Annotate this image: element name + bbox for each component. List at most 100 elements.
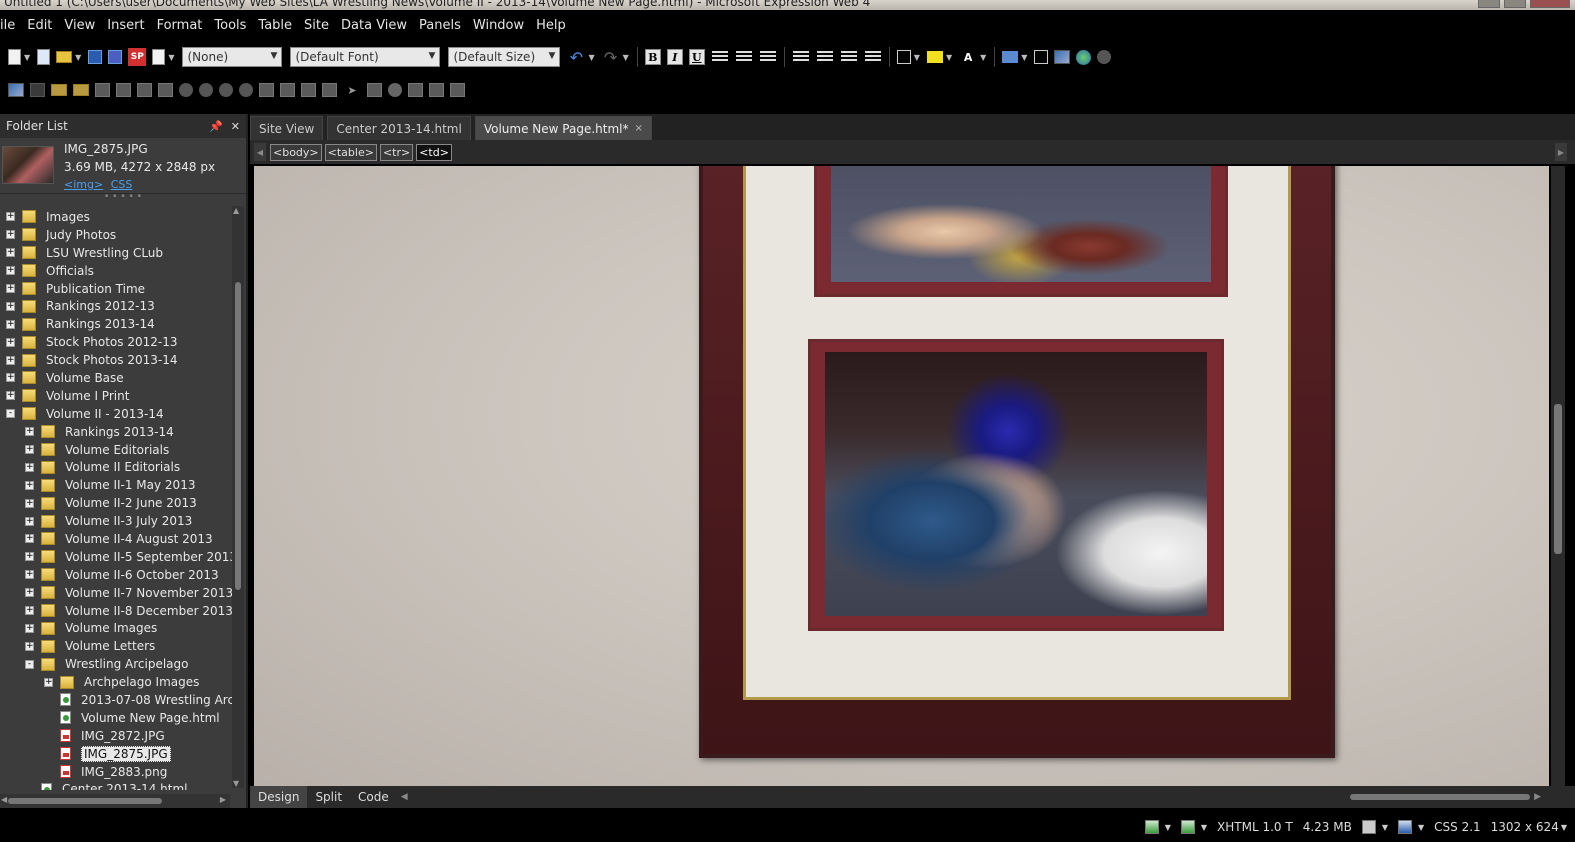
close-tab-icon[interactable]: × (634, 123, 642, 134)
flip-vertical-icon[interactable] (158, 83, 173, 97)
menu-item-insert[interactable]: Insert (101, 18, 150, 33)
decrease-indent-icon[interactable] (840, 51, 857, 63)
expand-icon[interactable]: + (6, 212, 15, 222)
scroll-thumb[interactable] (1554, 404, 1562, 554)
expand-icon[interactable]: + (25, 445, 34, 455)
bulleted-list-icon[interactable] (816, 51, 833, 63)
less-contrast-icon[interactable] (199, 83, 213, 97)
line-style-icon[interactable] (280, 83, 295, 97)
tree-folder-item[interactable]: + Volume II-7 November 2013 (0, 584, 232, 602)
circular-hotspot-icon[interactable] (388, 83, 402, 97)
expand-icon[interactable]: + (6, 230, 15, 240)
view-tab-code[interactable]: Code (350, 786, 397, 808)
open-dropdown-icon[interactable]: ▼ (75, 53, 81, 62)
scroll-right-icon[interactable]: ▶ (1530, 792, 1545, 802)
scroll-right-icon[interactable]: ▶ (220, 795, 226, 804)
font-combo[interactable]: (Default Font) ▼ (290, 47, 441, 67)
bevel-icon[interactable] (322, 83, 337, 97)
preview-browser-icon[interactable] (152, 49, 166, 65)
tree-folder-item[interactable]: + Volume II-5 September 2013 (0, 548, 232, 566)
scroll-down-icon[interactable]: ▼ (233, 779, 239, 788)
scroll-left-icon[interactable]: ◀ (1, 795, 7, 804)
menu-item-help[interactable]: Help (530, 18, 572, 33)
disabled-button-icon[interactable] (1097, 50, 1112, 64)
menu-item-table[interactable]: Table (252, 18, 298, 33)
doc-tab-0[interactable]: Site View (250, 116, 324, 140)
tree-folder-item[interactable]: + Volume II-1 May 2013 (0, 476, 232, 494)
canvas-horizontal-scroll-thumb[interactable] (1350, 794, 1530, 800)
bold-button[interactable]: B (644, 49, 661, 65)
menu-item-panels[interactable]: Panels (413, 18, 467, 33)
save-all-icon[interactable] (108, 50, 123, 64)
tree-vertical-scrollbar[interactable]: ▲ ▼ (232, 206, 244, 788)
insert-picture-icon[interactable] (1054, 50, 1071, 64)
color-icon[interactable] (301, 83, 316, 97)
tag-body[interactable]: <body> (270, 143, 322, 161)
save-icon[interactable] (88, 50, 103, 64)
align-left-icon[interactable] (711, 51, 728, 63)
collapse-icon[interactable]: - (6, 409, 15, 419)
menu-item-format[interactable]: Format (151, 18, 209, 33)
tree-folder-item[interactable]: + Volume II-3 July 2013 (0, 512, 232, 530)
table-dropdown-icon[interactable]: ▼ (1021, 53, 1027, 62)
auto-thumbnail-icon[interactable] (30, 83, 45, 97)
tree-folder-item[interactable]: + Rankings 2013-14 (0, 423, 232, 441)
style-combo[interactable]: (None) ▼ (182, 47, 283, 67)
undo-dropdown-icon[interactable]: ▼ (588, 53, 594, 62)
rotate-right-icon[interactable] (116, 83, 131, 97)
open-site-icon[interactable] (37, 49, 51, 65)
maximize-button[interactable] (1504, 0, 1526, 8)
pin-icon[interactable]: 📌 (209, 120, 223, 133)
edit-mode-indicator[interactable]: ▼ (1361, 820, 1388, 834)
expand-icon[interactable]: + (25, 570, 34, 580)
menu-item-tools[interactable]: Tools (208, 18, 252, 33)
undo-icon[interactable]: ↶ (567, 48, 585, 67)
tree-file-item[interactable]: IMG_2872.JPG (0, 727, 232, 745)
size-combo[interactable]: (Default Size) ▼ (448, 47, 561, 67)
expand-icon[interactable]: + (6, 319, 15, 329)
menu-item-window[interactable]: Window (467, 18, 530, 33)
borders-dropdown-icon[interactable]: ▼ (914, 53, 920, 62)
bring-forward-icon[interactable] (51, 84, 67, 96)
scroll-left-icon[interactable]: ◀ (397, 792, 412, 802)
tree-folder-item[interactable]: + Volume I Print (0, 387, 232, 405)
insert-table-icon[interactable] (1002, 51, 1019, 63)
tree-folder-item[interactable]: + Images (0, 208, 232, 226)
tree-folder-item[interactable]: + Volume II-2 June 2013 (0, 494, 232, 512)
align-center-icon[interactable] (735, 51, 752, 63)
menu-item-ile[interactable]: ile (0, 18, 21, 33)
tree-folder-item[interactable]: - Wrestling Arcipelago (0, 655, 232, 673)
web-component-icon[interactable] (1076, 49, 1092, 65)
close-window-button[interactable] (1530, 0, 1570, 8)
expand-icon[interactable]: + (6, 391, 15, 401)
tag-table[interactable]: <table> (324, 143, 377, 161)
tree-folder-item[interactable]: + Volume Images (0, 619, 232, 637)
less-brightness-icon[interactable] (239, 83, 253, 97)
collapse-icon[interactable]: - (25, 659, 34, 669)
expand-icon[interactable]: + (25, 534, 34, 544)
menu-item-edit[interactable]: Edit (21, 18, 58, 33)
tree-folder-item[interactable]: + Publication Time (0, 280, 232, 298)
highlight-hotspots-icon[interactable] (429, 83, 444, 97)
tag-nav-right-icon[interactable]: ▶ (1555, 143, 1567, 161)
tree-file-item[interactable]: 2013-07-08 Wrestling Archipela (0, 691, 232, 709)
tag-nav-left-icon[interactable]: ◀ (254, 143, 266, 161)
open-folder-icon[interactable] (56, 51, 73, 63)
tree-folder-item[interactable]: + Volume II-6 October 2013 (0, 566, 232, 584)
expand-icon[interactable]: + (6, 284, 15, 293)
tree-file-item[interactable]: IMG_2883.png (0, 763, 232, 781)
minimize-button[interactable] (1478, 0, 1500, 8)
highlight-icon[interactable] (926, 51, 943, 63)
expand-icon[interactable]: + (6, 373, 15, 383)
expand-icon[interactable]: + (25, 516, 34, 526)
expand-icon[interactable]: + (25, 588, 34, 598)
expand-icon[interactable]: + (44, 677, 53, 687)
tree-folder-item[interactable]: + Volume Letters (0, 637, 232, 655)
expand-icon[interactable]: + (25, 606, 34, 616)
redo-dropdown-icon[interactable]: ▼ (623, 53, 629, 62)
doc-tab-1[interactable]: Center 2013-14.html (327, 116, 471, 140)
canvas-vertical-scrollbar[interactable] (1551, 166, 1565, 786)
tree-folder-item[interactable]: + Rankings 2013-14 (0, 315, 232, 333)
insert-layer-icon[interactable] (1034, 50, 1049, 64)
tree-folder-item[interactable]: - Volume II - 2013-14 (0, 405, 232, 423)
